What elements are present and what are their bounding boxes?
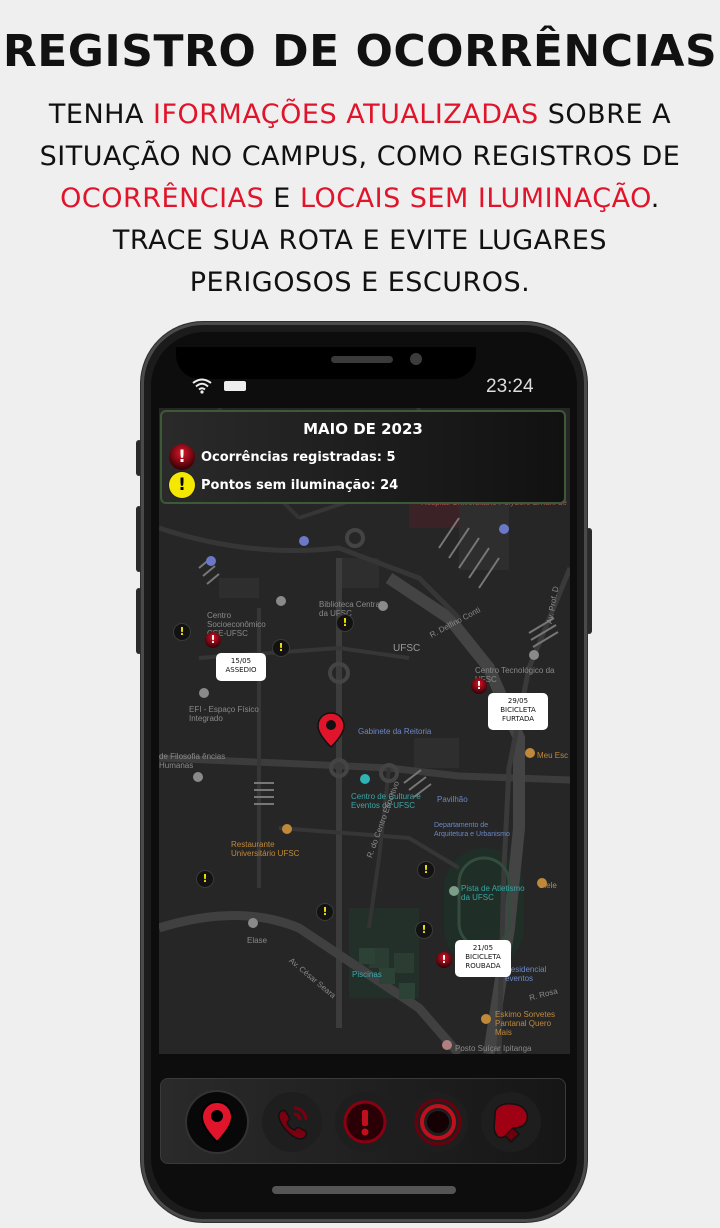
map-label-filosofia: de Filosofia ências Humanas: [159, 752, 226, 770]
map-label-pavilhao: Pavilhão: [437, 795, 468, 804]
boxing-glove-icon: [493, 1103, 529, 1144]
map-label-ru: Restaurante Universitário UFSC: [231, 840, 300, 858]
occurrence-marker[interactable]: !: [205, 632, 221, 648]
promo-text-1: TENHA: [48, 99, 154, 130]
map-label-piscinas: Piscinas: [352, 970, 382, 979]
poi-cse-icon[interactable]: [276, 596, 286, 606]
promo-highlight-1: IFORMAÇÕES ATUALIZADAS: [153, 99, 539, 130]
promo-text: TENHA IFORMAÇÕES ATUALIZADAS SOBRE A SIT…: [20, 94, 700, 304]
summary-no-light-row: ! Pontos sem iluminação: 24: [169, 472, 398, 498]
promo-highlight-2: OCORRÊNCIAS: [60, 183, 265, 214]
map-label-biblioteca: Biblioteca Central da UFSC: [319, 600, 382, 618]
nav-report-button[interactable]: [335, 1092, 395, 1152]
status-time: 23:24: [486, 376, 534, 397]
poi-efi-icon[interactable]: [199, 688, 209, 698]
nav-map-button[interactable]: [187, 1092, 247, 1152]
map-label-ctc: Centro Tecnológico da UFSC: [475, 666, 555, 684]
poi-pista-icon[interactable]: [449, 886, 459, 896]
poi-cultura-icon[interactable]: [360, 774, 370, 784]
location-pin-icon[interactable]: [317, 712, 345, 748]
phone-notch: [176, 347, 476, 379]
map-label-residencial: Residencial eventos: [505, 965, 547, 983]
occurrence-alert-icon: !: [169, 444, 195, 470]
nav-call-button[interactable]: [262, 1092, 322, 1152]
poi-biblioteca-icon[interactable]: [378, 601, 388, 611]
poi-parking-icon[interactable]: [499, 524, 509, 534]
summary-occurrences-text: Ocorrências registradas: 5: [201, 449, 396, 465]
poi-eliane-icon[interactable]: [248, 918, 258, 928]
map-label-eskimo: Eskimo Sorvetes Pantanal Quero Mais: [495, 1010, 556, 1037]
occurrence-tag-assedio[interactable]: 15/05 ASSEDIO: [216, 653, 266, 681]
occurrence-tag-type: ASSEDIO: [225, 666, 257, 674]
promo-line-4: TRACE SUA ROTA E EVITE LUGARES: [112, 225, 608, 256]
phone-camera: [410, 353, 422, 365]
phone-speaker: [331, 356, 393, 363]
summary-no-light-text: Pontos sem iluminação: 24: [201, 477, 399, 493]
poi-ctc-icon[interactable]: [529, 650, 539, 660]
occurrence-tag-type: BICICLETA: [500, 706, 536, 714]
occurrence-tag-date: 29/05: [507, 697, 529, 705]
poi-blele-icon[interactable]: [537, 878, 547, 888]
promo-line-2: SITUAÇÃO NO CAMPUS, COMO REGISTROS DE: [39, 141, 681, 172]
occurrence-tag-date: 21/05: [472, 944, 494, 952]
poi-ru-icon[interactable]: [282, 824, 292, 834]
no-light-marker[interactable]: !: [197, 871, 213, 887]
no-light-marker[interactable]: !: [174, 624, 190, 640]
wifi-icon: [192, 378, 212, 394]
promo-line-5: PERIGOSOS E ESCUROS.: [189, 267, 531, 298]
map-label-ufsc: UFSC: [393, 643, 421, 654]
poi-eskimo-icon[interactable]: [481, 1014, 491, 1024]
promo-text-4: .: [650, 183, 660, 214]
record-icon: [414, 1098, 462, 1146]
map-label-eliane: Elase: [247, 936, 268, 945]
map-pin-icon: [200, 1100, 234, 1144]
headline: REGISTRO DE OCORRÊNCIAS: [2, 26, 718, 77]
map-label-posto: Posto Suíçar Ipitanga: [455, 1044, 532, 1053]
poi-parking-icon[interactable]: [299, 536, 309, 546]
poi-posto-icon[interactable]: [442, 1040, 452, 1050]
occurrence-tag-bicicleta-roubada[interactable]: 21/05 BICICLETA ROUBADA: [455, 940, 511, 977]
promo-highlight-3: LOCAIS SEM ILUMINAÇÃO: [299, 183, 651, 214]
summary-title: MAIO DE 2023: [303, 420, 423, 438]
occurrence-tag-type: BICICLETA: [465, 953, 501, 961]
monthly-summary-panel: MAIO DE 2023 ! Ocorrências registradas: …: [160, 410, 566, 504]
map-label-efi: EFI - Espaço Físico Integrado: [189, 705, 259, 723]
nav-self-defense-button[interactable]: [481, 1092, 541, 1152]
occurrence-tag-type: FURTADA: [501, 715, 535, 723]
battery-icon: [224, 381, 246, 391]
alert-icon: [343, 1100, 387, 1144]
map-label-pista: Pista de Atletismo da UFSC: [461, 884, 525, 902]
poi-parking-icon[interactable]: [206, 556, 216, 566]
no-light-marker[interactable]: !: [317, 904, 333, 920]
no-light-marker[interactable]: !: [416, 922, 432, 938]
phone-call-icon: [278, 1106, 308, 1140]
map-label-gabinete: Gabinete da Reitoria: [358, 727, 432, 736]
promo-text-3: E: [264, 183, 300, 214]
nav-record-button[interactable]: [408, 1092, 468, 1152]
summary-occurrences-row: ! Ocorrências registradas: 5: [169, 444, 396, 470]
campus-map[interactable]: Hospital Universitário Polydoro Ernani d…: [159, 408, 570, 1054]
occurrence-marker[interactable]: !: [436, 952, 452, 968]
poi-meu-icon[interactable]: [525, 748, 535, 758]
no-light-marker[interactable]: !: [418, 862, 434, 878]
occurrence-tag-bicicleta-furtada[interactable]: 29/05 BICICLETA FURTADA: [488, 693, 548, 730]
promo-text-2: SOBRE A: [538, 99, 672, 130]
poi-filosofia-icon[interactable]: [193, 772, 203, 782]
occurrence-tag-date: 15/05: [230, 657, 252, 665]
no-light-alert-icon: !: [169, 472, 195, 498]
occurrence-marker[interactable]: !: [471, 678, 487, 694]
no-light-marker[interactable]: !: [273, 640, 289, 656]
map-label-depto: Departamento de Arquitetura e Urbanismo: [434, 822, 510, 838]
home-indicator[interactable]: [272, 1186, 456, 1194]
occurrence-tag-type: ROUBADA: [465, 962, 501, 970]
no-light-marker[interactable]: !: [337, 615, 353, 631]
map-label-meu: Meu Esc: [537, 751, 569, 760]
